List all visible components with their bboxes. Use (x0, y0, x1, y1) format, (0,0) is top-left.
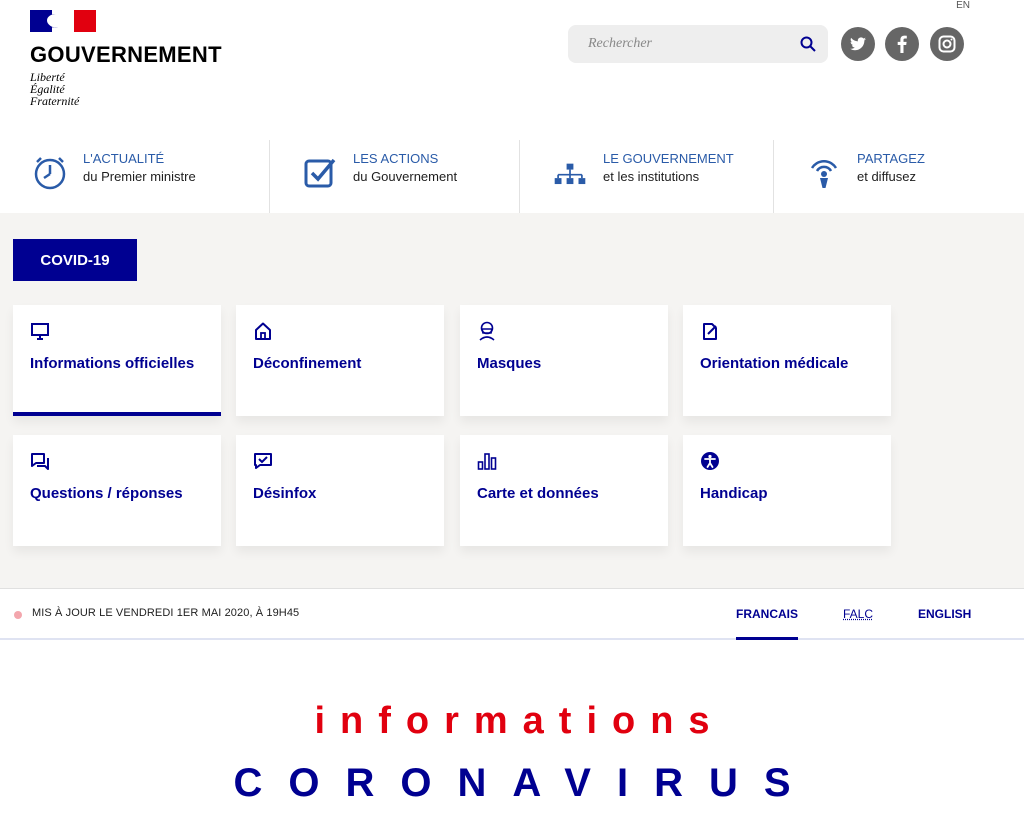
tile-carte-donnees[interactable]: Carte et données (460, 435, 668, 546)
tile-label: Orientation médicale (700, 355, 849, 372)
main-navigation: L'ACTUALITÉ du Premier ministre LES ACTI… (0, 140, 1024, 213)
instagram-icon[interactable] (930, 27, 964, 61)
tab-francais[interactable]: FRANCAIS (736, 607, 798, 640)
checkbox-icon (304, 158, 336, 188)
nav-actualite[interactable]: L'ACTUALITÉ du Premier ministre (0, 140, 269, 213)
tile-label: Déconfinement (253, 355, 362, 372)
tile-deconfinement[interactable]: Déconfinement (236, 305, 444, 416)
tile-label: Carte et données (477, 485, 599, 502)
nav-gouvernement[interactable]: LE GOUVERNEMENT et les institutions (519, 140, 773, 213)
tile-handicap[interactable]: Handicap (683, 435, 891, 546)
home-icon (255, 322, 271, 340)
nav-actions-subtitle: du Gouvernement (353, 169, 458, 184)
covid-section: COVID-19 Informations officielles Déconf… (0, 213, 1024, 588)
last-update-text: MIS À JOUR LE VENDREDI 1ER MAI 2020, À 1… (32, 607, 300, 619)
tile-masques[interactable]: Masques (460, 305, 668, 416)
tile-desinfox[interactable]: Désinfox (236, 435, 444, 546)
nav-actualite-subtitle: du Premier ministre (83, 169, 196, 184)
motto: Liberté Égalité Fraternité (30, 71, 222, 107)
covid-19-button[interactable]: COVID-19 (13, 239, 137, 281)
tab-falc[interactable]: FALC (843, 607, 873, 621)
accessibility-icon (701, 452, 719, 470)
brand-title: GOUVERNEMENT (30, 42, 222, 67)
tile-label: Handicap (700, 485, 768, 502)
bar-chart-icon (477, 453, 497, 470)
search-box (568, 25, 828, 63)
nav-actions-title: LES ACTIONS (353, 151, 439, 166)
hero-title: informations CORONAVIRUS (0, 700, 1024, 806)
tile-informations-officielles[interactable]: Informations officielles (13, 305, 221, 416)
tile-questions-reponses[interactable]: Questions / réponses (13, 435, 221, 546)
site-header: GOUVERNEMENT Liberté Égalité Fraternité … (0, 0, 1024, 140)
nav-actualite-title: L'ACTUALITÉ (83, 151, 165, 166)
edit-icon (703, 323, 717, 340)
nav-partagez-title: PARTAGEZ (857, 151, 925, 166)
english-link[interactable]: EN (956, 0, 970, 11)
marianne-flag-icon (30, 10, 96, 32)
monitor-icon (31, 323, 49, 340)
tile-orientation-medicale[interactable]: Orientation médicale (683, 305, 891, 416)
tile-label: Informations officielles (30, 355, 195, 372)
org-chart-icon (554, 163, 586, 185)
clock-icon (34, 157, 66, 190)
update-bar: MIS À JOUR LE VENDREDI 1ER MAI 2020, À 1… (0, 588, 1024, 640)
status-dot-icon (14, 611, 22, 619)
nav-partagez-subtitle: et diffusez (857, 169, 917, 184)
hero-line-coronavirus: CORONAVIRUS (233, 761, 817, 805)
search-icon[interactable] (800, 36, 816, 52)
facebook-icon[interactable] (885, 27, 919, 61)
tab-english[interactable]: ENGLISH (918, 607, 971, 621)
hero-line-informations: informations (314, 700, 725, 742)
motto-fraternite: Fraternité (30, 94, 80, 108)
mask-icon (479, 321, 495, 341)
check-message-icon (254, 453, 272, 469)
tile-label: Masques (477, 355, 542, 372)
broadcast-icon (810, 159, 838, 188)
twitter-icon[interactable] (841, 27, 875, 61)
nav-partagez[interactable]: PARTAGEZ et diffusez (773, 140, 1024, 213)
tile-label: Désinfox (253, 485, 317, 502)
nav-gouvernement-subtitle: et les institutions (603, 169, 700, 184)
nav-gouvernement-title: LE GOUVERNEMENT (603, 151, 734, 166)
chat-icon (31, 453, 49, 470)
gouvernement-logo[interactable]: GOUVERNEMENT Liberté Égalité Fraternité (30, 10, 222, 107)
search-input[interactable] (568, 25, 768, 63)
tile-label: Questions / réponses (30, 485, 183, 502)
nav-actions[interactable]: LES ACTIONS du Gouvernement (269, 140, 519, 213)
